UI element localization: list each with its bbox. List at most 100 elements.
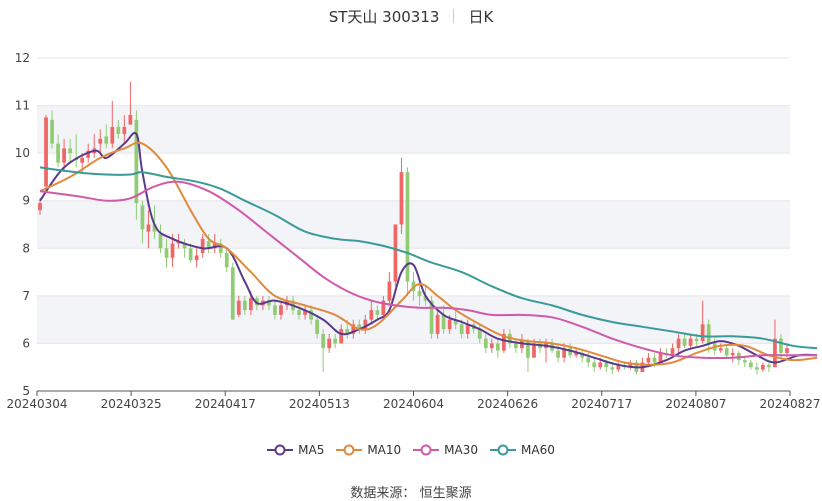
candle-body [483,338,488,349]
legend-line-icon [336,444,363,456]
y-axis-ticks: 5 6 7 8 9 10 11 12 [15,51,30,398]
candle-body [104,136,109,144]
candle-body [742,360,747,363]
y-tick-label: 12 [15,51,30,65]
candle-body [700,324,705,342]
source-note: 数据来源： 恒生聚源 [0,482,822,501]
candle-body [110,126,115,144]
x-tick-label: 20240417 [195,397,256,411]
candle-body [44,117,48,187]
candle-body [785,348,789,353]
legend-label: MA30 [444,443,479,457]
x-tick-label: 20240626 [477,397,538,411]
legend-label: MA10 [367,443,402,457]
candle-body [447,319,452,330]
candle-body [50,119,54,144]
candle-body [62,148,66,163]
source-name: 恒生聚源 [419,486,472,501]
legend-label: MA5 [298,443,325,457]
candle-body [779,338,783,353]
candle-body [514,343,518,349]
candle-body [459,324,464,334]
candle-body [146,224,151,232]
candle-body [610,367,615,370]
x-tick-label: 20240604 [383,397,444,411]
legend-item-ma60[interactable]: MA60 [490,443,555,457]
candle-body [68,148,72,154]
candle-body [273,305,277,315]
candle-body [592,362,597,368]
x-axis: 20240304 20240325 20240417 20240513 20240604… [6,390,821,411]
candle-body [170,243,175,258]
candle-body [598,362,603,368]
legend-label: MA60 [521,443,555,457]
y-tick-label: 6 [22,336,30,350]
x-tick-label: 20240717 [571,397,632,411]
legend-line-icon [413,444,440,456]
candle-body [748,362,753,368]
candle-body [489,343,494,349]
plot-band [37,105,790,154]
y-tick-label: 10 [15,146,30,160]
candle-body [242,300,247,311]
candle-body [767,364,771,368]
x-tick-label: 20240827 [759,397,820,411]
legend-line-icon [267,444,294,456]
candle-body [56,143,60,163]
legend-item-ma30[interactable]: MA30 [413,443,478,457]
candle-body [724,348,729,356]
candle-body [158,234,163,249]
legend-line-icon [490,444,517,456]
candle-body [688,338,693,346]
candle-body [682,338,687,346]
candle-body [279,305,283,315]
legend-item-ma10[interactable]: MA10 [336,443,401,457]
y-tick-label: 8 [22,241,30,255]
candle-body [706,324,711,344]
candle-body [761,364,765,370]
candle-body [676,338,681,349]
candle-body [327,338,332,349]
candle-body [718,348,723,351]
x-tick-label: 20240304 [6,397,67,411]
candle-body [604,362,609,368]
y-tick-label: 11 [15,99,30,113]
legend: MA5 MA10 MA30 MA60 [0,443,822,460]
candle-body [520,341,524,349]
candle-body [128,115,133,125]
plot-band [37,295,790,344]
candle-body [236,300,241,315]
candle-body [116,126,121,135]
candle-body [98,138,103,144]
candle-body [194,255,199,261]
source-label: 数据来源： [350,486,416,501]
candle-body [80,157,85,163]
candle-body [122,126,127,135]
x-tick-label: 20240513 [289,397,350,411]
candle-body [586,357,591,363]
candle-body [730,352,735,356]
candle-body [321,333,326,349]
candle-body [140,205,145,230]
candle-body [188,248,193,261]
candle-body [315,319,319,334]
candle-body [333,338,338,344]
candle-body [435,314,440,334]
candle-body [495,343,500,351]
y-tick-label: 7 [22,289,30,303]
candle-body [646,357,651,363]
candle-body [556,350,560,358]
y-tick-label: 5 [22,384,30,398]
candle-body [38,203,42,211]
candle-body [417,291,422,296]
candle-body [375,310,380,315]
candle-body [441,314,446,330]
candle-body [200,238,205,254]
candle-body [369,310,374,320]
legend-item-ma5[interactable]: MA5 [267,443,324,457]
candle-body [652,357,657,363]
candle-body [339,329,344,344]
candle-body [694,338,699,342]
candle-body [224,253,229,268]
kline-chart: 56789101112 20240304 20240325 20240417 2024… [6,51,821,411]
